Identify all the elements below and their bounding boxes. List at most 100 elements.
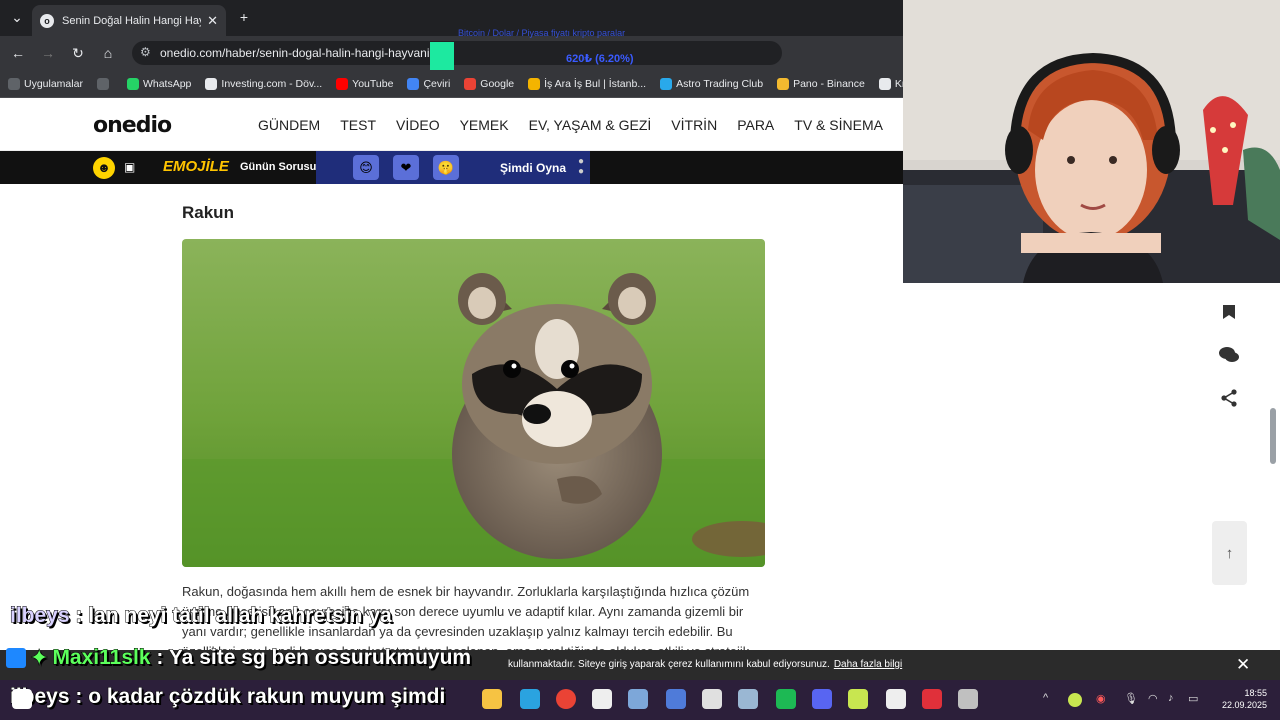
chat-separator: : — [69, 685, 89, 709]
more-dots-icon[interactable]: ● ● — [578, 157, 584, 177]
scroll-to-top-button[interactable]: ↑ — [1212, 521, 1247, 585]
bookmark-favicon-icon — [878, 77, 891, 90]
chat-text: o kadar çözdük rakun muyum şimdi — [88, 685, 446, 709]
play-now-button[interactable]: Şimdi Oyna — [500, 161, 566, 175]
bookmark-item[interactable] — [96, 77, 113, 90]
smiley-icon: ☻ — [93, 157, 115, 179]
emoji-tile: ❤ — [393, 155, 419, 180]
bookmark-item[interactable]: Astro Trading Club — [660, 77, 764, 90]
nav-item[interactable]: YEMEK — [460, 117, 509, 133]
taskbar-capcut-icon[interactable] — [886, 689, 906, 709]
bookmark-icon[interactable] — [1214, 297, 1244, 327]
taskbar-edge-app-icon[interactable] — [666, 689, 686, 709]
nav-item[interactable]: VİDEO — [396, 117, 440, 133]
chat-separator: : — [150, 646, 169, 670]
taskbar-steam-icon[interactable] — [738, 689, 758, 709]
tray-app-icon[interactable] — [1068, 693, 1082, 707]
back-icon[interactable]: ← — [10, 44, 26, 62]
raccoon-illustration — [182, 239, 765, 567]
microphone-icon[interactable]: 🎙 — [1124, 692, 1138, 705]
nav-item[interactable]: TEST — [340, 117, 376, 133]
site-logo[interactable]: onedio — [93, 113, 172, 138]
bookmark-item[interactable]: WhatsApp — [126, 77, 192, 90]
emojile-promo-bar[interactable]: ☻ ▣ EMOJİLE Günün Sorusu 😊 ❤ 🤫 Şimdi Oyn… — [0, 151, 905, 184]
taskbar-spotify-icon[interactable] — [776, 689, 796, 709]
bookmark-item[interactable]: YouTube — [336, 77, 394, 90]
tray-app2-icon[interactable]: ◉ — [1096, 692, 1106, 705]
game-icon: ▣ — [124, 160, 136, 174]
taskbar-settings-icon[interactable] — [958, 689, 978, 709]
bookmark-item[interactable]: Pano - Binance — [777, 77, 865, 90]
raccoon-photo — [182, 239, 765, 567]
bookmark-label: WhatsApp — [142, 77, 192, 90]
new-tab-button[interactable]: + — [236, 8, 252, 26]
share-icon[interactable] — [1214, 383, 1244, 413]
bookmark-item[interactable]: Çeviri — [407, 77, 451, 90]
taskbar-github-icon[interactable] — [702, 689, 722, 709]
bookmark-favicon-icon — [407, 77, 420, 90]
nav-item[interactable]: GÜNDEM — [258, 117, 320, 133]
article-heading: Rakun — [182, 203, 234, 222]
tab-close-icon[interactable]: ✕ — [207, 13, 218, 29]
taskbar-store-icon[interactable] — [592, 689, 612, 709]
nav-item[interactable]: PARA — [737, 117, 774, 133]
taskbar-chrome-icon[interactable] — [556, 689, 576, 709]
chat-message: ilbeys : o kadar çözdük rakun muyum şimd… — [10, 685, 446, 709]
chat-message: ilbeys : lan neyi tatil allah kahretsin … — [10, 604, 393, 628]
nav-item[interactable]: VİTRİN — [671, 117, 717, 133]
chat-separator: : — [69, 604, 89, 628]
nav-item[interactable]: EV, YAŞAM & GEZİ — [529, 117, 652, 133]
chat-text: lan neyi tatil allah kahretsin ya — [88, 604, 392, 628]
page-scrollbar[interactable] — [1270, 408, 1276, 464]
taskbar-notepad-icon[interactable] — [628, 689, 648, 709]
clock-time: 18:55 — [1244, 688, 1268, 698]
cookie-close-icon[interactable]: ✕ — [1236, 655, 1250, 675]
taskbar-app-green-icon[interactable] — [848, 689, 868, 709]
bookmark-label: Çeviri — [423, 77, 451, 90]
taskbar-wps-icon[interactable] — [922, 689, 942, 709]
bookmark-label: Google — [480, 77, 515, 90]
battery-icon[interactable]: ▭ — [1188, 692, 1198, 705]
bookmark-label: Pano - Binance — [793, 77, 865, 90]
promo-question: Günün Sorusu — [240, 161, 317, 173]
comment-icon[interactable] — [1214, 340, 1244, 370]
taskbar-start-icon[interactable] — [12, 689, 32, 709]
taskbar-telegram-icon[interactable] — [520, 689, 540, 709]
bookmark-item[interactable]: Google — [464, 77, 515, 90]
bookmark-favicon-icon — [8, 77, 20, 90]
bookmark-label: Uygulamalar — [24, 77, 83, 90]
tray-chevron-icon[interactable]: ^ — [1043, 692, 1048, 704]
site-info-icon[interactable]: ⚙ — [140, 45, 151, 59]
forward-icon[interactable]: → — [40, 44, 56, 62]
taskbar-discord-icon[interactable] — [812, 689, 832, 709]
volume-icon[interactable]: ♪ — [1168, 692, 1174, 704]
streamer-webcam — [903, 0, 1280, 283]
cookie-more-link[interactable]: Daha fazla bilgi — [834, 659, 902, 670]
wifi-icon[interactable]: ◠ — [1148, 692, 1158, 705]
chat-message: ✦ Maxi11slk : Ya site sg ben ossurukmuyum — [6, 645, 472, 671]
url-input[interactable]: ⚙ onedio.com/haber/senin-dogal-halin-han… — [132, 41, 782, 65]
bookmark-favicon-icon — [96, 77, 109, 90]
bookmark-item[interactable]: Uygulamalar — [8, 77, 83, 90]
bookmark-favicon-icon — [777, 77, 790, 90]
promo-brand: EMOJİLE — [163, 158, 229, 175]
chat-text: Ya site sg ben ossurukmuyum — [168, 646, 472, 670]
home-icon[interactable]: ⌂ — [100, 44, 116, 62]
bookmark-favicon-icon — [126, 77, 139, 90]
browser-tab[interactable]: o Senin Doğal Halin Hangi Hayvan ✕ — [32, 5, 226, 36]
bookmark-item[interactable]: İş Ara İş Bul | İstanb... — [528, 77, 646, 90]
bookmark-label: YouTube — [352, 77, 394, 90]
taskbar-clock[interactable]: 18:55 22.09.2025 — [1222, 687, 1267, 711]
reload-icon[interactable]: ↻ — [70, 44, 86, 62]
bookmark-favicon-icon — [660, 77, 673, 90]
bookmark-item[interactable]: Investing.com - Döv... — [205, 77, 322, 90]
chat-username: Maxi11slk — [52, 646, 151, 670]
bookmark-favicon-icon — [336, 77, 349, 90]
sparkle-badge-icon: ✦ — [29, 645, 49, 671]
tab-search-chevron-icon[interactable]: ⌄ — [8, 8, 26, 26]
taskbar-files-icon[interactable] — [482, 689, 502, 709]
nav-item[interactable]: TV & SİNEMA — [794, 117, 883, 133]
bookmark-item[interactable]: Kr — [878, 77, 905, 90]
url-text: onedio.com/haber/senin-dogal-halin-hangi… — [160, 46, 434, 60]
bookmark-label: Astro Trading Club — [676, 77, 764, 90]
